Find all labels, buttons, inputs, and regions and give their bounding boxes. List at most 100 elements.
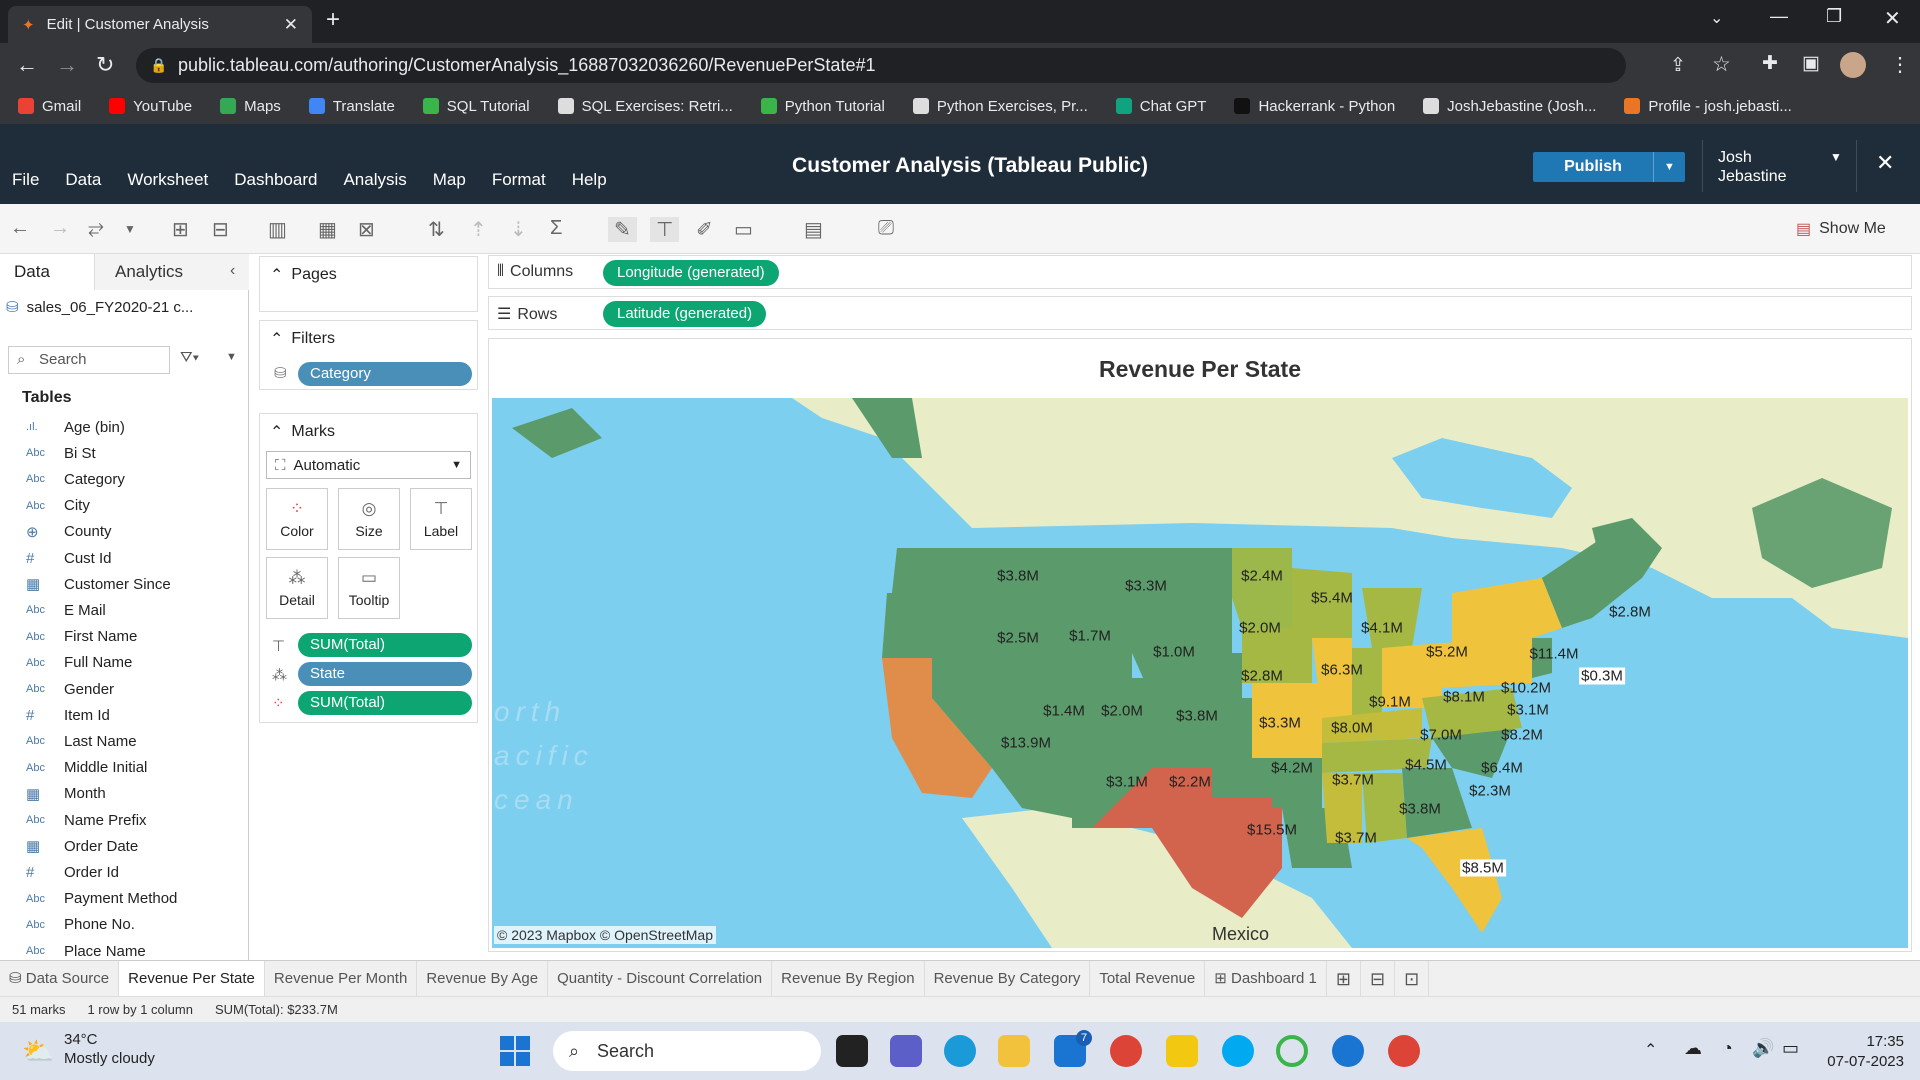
field-item[interactable]: Abc Category bbox=[0, 466, 248, 492]
field-item[interactable]: ▦ Month bbox=[0, 781, 248, 807]
minimize-icon[interactable]: — bbox=[1770, 6, 1788, 27]
bookmark-item[interactable]: Profile - josh.jebasti... bbox=[1624, 98, 1792, 115]
field-item[interactable]: Abc First Name bbox=[0, 624, 248, 650]
menu-dashboard[interactable]: Dashboard bbox=[234, 170, 317, 190]
field-item[interactable]: Abc Phone No. bbox=[0, 912, 248, 938]
bookmark-item[interactable]: YouTube bbox=[109, 98, 192, 115]
field-item[interactable]: Abc Name Prefix bbox=[0, 807, 248, 833]
tab-analytics[interactable]: Analytics bbox=[95, 254, 249, 290]
mark-pill-sum-total-color[interactable]: SUM(Total) bbox=[298, 691, 472, 715]
map-canvas[interactable] bbox=[492, 398, 1908, 948]
start-icon[interactable] bbox=[500, 1036, 530, 1066]
chrome-profile-icon[interactable] bbox=[1388, 1035, 1420, 1067]
bookmark-item[interactable]: Chat GPT bbox=[1115, 98, 1206, 115]
reload-icon[interactable]: ↻ bbox=[96, 52, 114, 78]
collapse-icon[interactable]: ⌃ bbox=[270, 265, 283, 285]
browser-tab[interactable]: ✦ Edit | Customer Analysis ✕ bbox=[8, 6, 312, 43]
mark-detail-button[interactable]: ⁂ Detail bbox=[266, 557, 328, 619]
swap-icon[interactable]: ⇅ bbox=[428, 217, 445, 242]
publish-dropdown-icon[interactable]: ▼ bbox=[1653, 152, 1685, 182]
collapse-icon[interactable]: ⌃ bbox=[270, 329, 283, 349]
sheet-tab[interactable]: Revenue By Age bbox=[417, 960, 549, 997]
bookmark-item[interactable]: Python Tutorial bbox=[760, 98, 885, 115]
menu-worksheet[interactable]: Worksheet bbox=[127, 170, 208, 190]
field-item[interactable]: ⊕ County bbox=[0, 519, 248, 545]
volume-icon[interactable]: 🔊 bbox=[1752, 1038, 1774, 1059]
sort-descending-icon[interactable]: ⇣ bbox=[510, 217, 527, 242]
field-item[interactable]: Abc E Mail bbox=[0, 597, 248, 623]
sheet-tab[interactable]: Revenue Per Month bbox=[265, 960, 418, 997]
sheet-tab[interactable]: Revenue Per State bbox=[119, 960, 265, 997]
skype-icon[interactable] bbox=[1222, 1035, 1254, 1067]
clear-sheet-icon[interactable]: ⊠ bbox=[358, 217, 375, 242]
show-cards-icon[interactable]: ▤ bbox=[804, 217, 823, 242]
forward-icon[interactable]: → bbox=[56, 52, 78, 78]
user-caret-icon[interactable]: ▼ bbox=[1830, 150, 1842, 164]
chrome-icon[interactable] bbox=[1110, 1035, 1142, 1067]
map-attribution[interactable]: © 2023 Mapbox © OpenStreetMap bbox=[494, 926, 716, 944]
onedrive-icon[interactable]: ☁ bbox=[1684, 1038, 1702, 1059]
chrome-menu-icon[interactable]: ⋮ bbox=[1890, 52, 1910, 77]
rows-shelf[interactable]: ☰ Rows Latitude (generated) bbox=[488, 296, 1912, 330]
new-dashboard-tab-icon[interactable]: ⊟ bbox=[1361, 960, 1396, 997]
field-item[interactable]: ▦ Order Date bbox=[0, 833, 248, 859]
show-mark-labels-icon[interactable]: ⊤ bbox=[650, 217, 680, 242]
field-item[interactable]: # Cust Id bbox=[0, 545, 248, 571]
field-item[interactable]: Abc Last Name bbox=[0, 728, 248, 754]
bookmark-item[interactable]: SQL Exercises: Retri... bbox=[557, 98, 733, 115]
sheet-tab[interactable]: Revenue By Region bbox=[772, 960, 925, 997]
highlight-icon[interactable]: ✎ bbox=[608, 217, 637, 242]
undo-icon[interactable]: ← bbox=[10, 217, 30, 240]
columns-shelf[interactable]: ⦀ Columns Longitude (generated) bbox=[488, 255, 1912, 289]
bookmark-star-icon[interactable]: ☆ bbox=[1712, 52, 1731, 77]
field-item[interactable]: Abc Payment Method bbox=[0, 886, 248, 912]
task-view-icon[interactable] bbox=[836, 1035, 868, 1067]
collapse-icon[interactable]: ⌃ bbox=[270, 422, 283, 442]
replay-icon[interactable]: ⥂ bbox=[88, 217, 104, 240]
back-icon[interactable]: ← bbox=[16, 52, 38, 78]
power-bi-icon[interactable] bbox=[1166, 1035, 1198, 1067]
menu-map[interactable]: Map bbox=[433, 170, 466, 190]
datasource-item[interactable]: ⛁ sales_06_FY2020-21 c... bbox=[6, 298, 193, 317]
bookmark-item[interactable]: JoshJebastine (Josh... bbox=[1423, 98, 1596, 115]
menu-help[interactable]: Help bbox=[572, 170, 607, 190]
menu-analysis[interactable]: Analysis bbox=[343, 170, 406, 190]
fit-icon[interactable]: ▭ bbox=[734, 217, 753, 242]
loader-app-icon[interactable] bbox=[1276, 1035, 1308, 1067]
teams-icon[interactable] bbox=[890, 1035, 922, 1067]
duplicate-sheet-icon[interactable]: ▦ bbox=[318, 217, 337, 242]
field-item[interactable]: Abc City bbox=[0, 493, 248, 519]
window-close-icon[interactable]: ✕ bbox=[1884, 6, 1901, 31]
pause-updates-icon[interactable]: ⊟ bbox=[212, 217, 229, 242]
pane-menu-icon[interactable]: ▼ bbox=[226, 351, 237, 363]
field-item[interactable]: ▦ Customer Since bbox=[0, 571, 248, 597]
field-item[interactable]: Abc Full Name bbox=[0, 650, 248, 676]
format-workbook-icon[interactable]: ✐ bbox=[696, 217, 713, 242]
field-item[interactable]: # Order Id bbox=[0, 859, 248, 885]
field-search-input[interactable]: ⌕ Search bbox=[8, 346, 170, 374]
mark-size-button[interactable]: ◎ Size bbox=[338, 488, 400, 550]
new-story-tab-icon[interactable]: ⊡ bbox=[1395, 960, 1430, 997]
tab-data[interactable]: Data bbox=[0, 254, 95, 290]
help-icon[interactable] bbox=[1332, 1035, 1364, 1067]
edge-icon[interactable] bbox=[944, 1035, 976, 1067]
wifi-icon[interactable]: ◔ bbox=[1722, 1038, 1733, 1059]
rows-pill[interactable]: Latitude (generated) bbox=[603, 301, 767, 327]
new-worksheet-icon[interactable]: ▥ bbox=[268, 217, 287, 242]
mark-tooltip-button[interactable]: ▭ Tooltip bbox=[338, 557, 400, 619]
weather-widget[interactable]: 34°C Mostly cloudy bbox=[64, 1030, 155, 1068]
sidepanel-icon[interactable]: ▣ bbox=[1802, 52, 1820, 75]
filter-pill-category[interactable]: Category bbox=[298, 362, 472, 386]
close-tab-icon[interactable]: ✕ bbox=[284, 15, 298, 35]
filter-fields-icon[interactable]: ⛛▾ bbox=[180, 349, 199, 366]
maximize-icon[interactable]: ❐ bbox=[1826, 6, 1842, 27]
totals-icon[interactable]: Σ bbox=[550, 217, 562, 240]
sheet-tab[interactable]: Total Revenue bbox=[1090, 960, 1206, 997]
replay-dropdown-icon[interactable]: ▼ bbox=[124, 222, 136, 236]
clock[interactable]: 17:35 07-07-2023 bbox=[1804, 1032, 1904, 1072]
field-item[interactable]: Abc Bi St bbox=[0, 440, 248, 466]
taskbar-search[interactable]: ⌕ Search bbox=[553, 1031, 821, 1071]
redo-icon[interactable]: → bbox=[50, 217, 70, 240]
new-datasource-icon[interactable]: ⊞ bbox=[172, 217, 189, 242]
file-explorer-icon[interactable] bbox=[998, 1035, 1030, 1067]
